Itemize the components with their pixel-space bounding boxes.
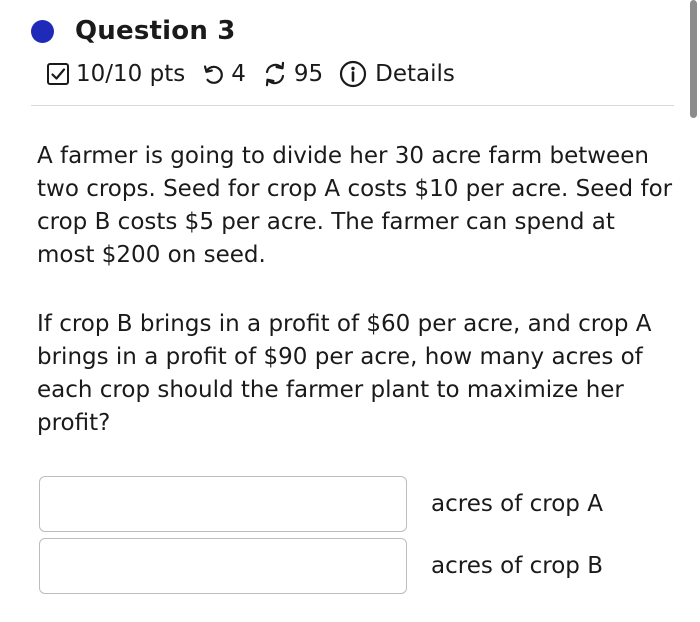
sync-icon xyxy=(262,61,288,87)
scrollbar[interactable] xyxy=(690,0,697,118)
question-header: Question 3 xyxy=(31,16,236,46)
answer-row-crop-b: acres of crop B xyxy=(39,538,603,594)
answer-row-crop-a: acres of crop A xyxy=(39,476,603,532)
question-meta: 10/10 pts 4 95 Details xyxy=(46,58,455,90)
crop-b-label: acres of crop B xyxy=(431,553,603,579)
retries-count: 4 xyxy=(231,61,246,87)
crop-a-label: acres of crop A xyxy=(431,491,603,517)
score-text: 10/10 pts xyxy=(76,61,186,87)
problem-text-paragraph-2: If crop B brings in a profit of $60 per … xyxy=(37,311,652,436)
question-status-dot xyxy=(31,19,54,43)
check-square-icon xyxy=(46,62,70,86)
details-link[interactable]: Details xyxy=(375,61,455,87)
crop-a-acres-input[interactable] xyxy=(39,476,407,532)
retry-icon xyxy=(201,62,225,86)
info-icon[interactable] xyxy=(339,60,367,88)
crop-b-acres-input[interactable] xyxy=(39,538,407,594)
question-title: Question 3 xyxy=(75,16,236,46)
header-divider xyxy=(31,105,674,106)
problem-text-paragraph-1: A farmer is going to divide her 30 acre … xyxy=(37,143,673,268)
attempts-count: 95 xyxy=(293,61,324,87)
